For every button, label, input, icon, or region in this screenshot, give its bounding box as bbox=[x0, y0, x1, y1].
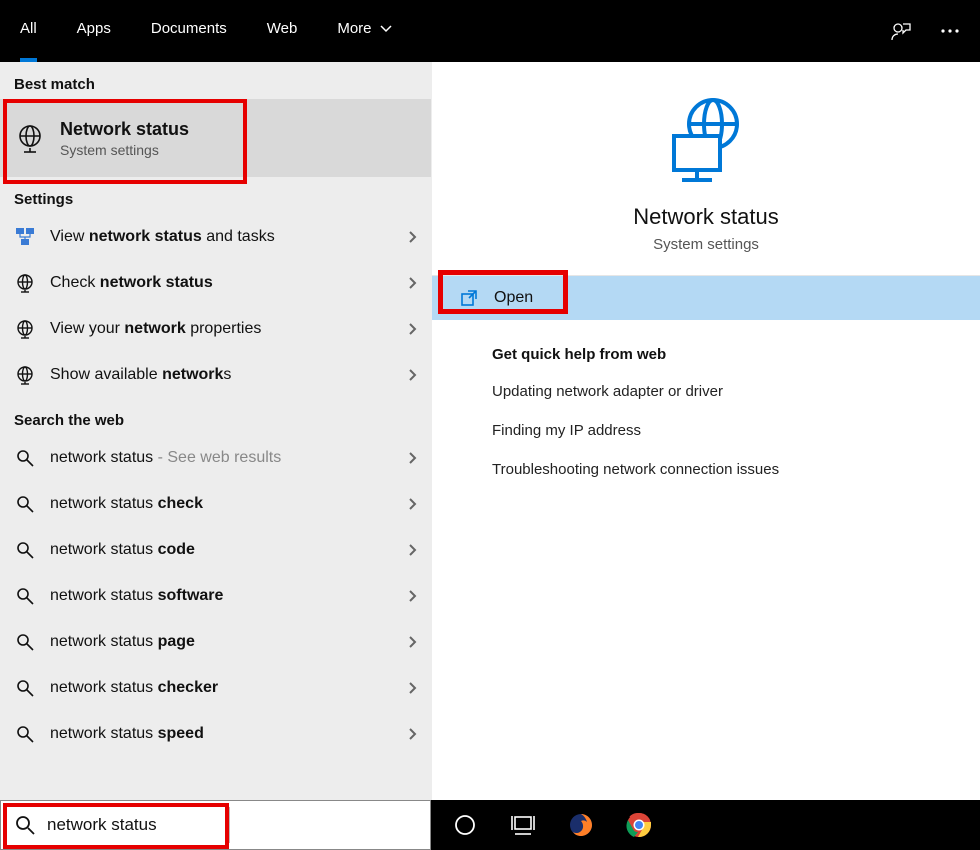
taskbar-search-box[interactable] bbox=[0, 800, 431, 850]
result-label: network status code bbox=[50, 541, 195, 559]
result-label: network status - See web results bbox=[50, 449, 281, 467]
result-label: network status check bbox=[50, 495, 203, 513]
quick-help-link[interactable]: Updating network adapter or driver bbox=[492, 383, 920, 400]
search-filter-tabs: All Apps Documents Web More bbox=[0, 0, 980, 62]
result-label: View your network properties bbox=[50, 320, 261, 338]
network-status-large-icon bbox=[658, 94, 754, 190]
taskbar bbox=[0, 800, 980, 850]
chevron-right-icon bbox=[407, 681, 417, 695]
result-label: network status checker bbox=[50, 679, 218, 697]
search-icon bbox=[14, 631, 36, 653]
tab-documents[interactable]: Documents bbox=[131, 0, 247, 62]
best-match-header: Best match bbox=[0, 62, 431, 99]
more-options-icon[interactable] bbox=[940, 28, 960, 34]
globe-icon bbox=[14, 122, 46, 154]
tab-web[interactable]: Web bbox=[247, 0, 318, 62]
search-icon bbox=[14, 723, 36, 745]
globe-icon bbox=[14, 318, 36, 340]
settings-result-item[interactable]: Check network status bbox=[0, 260, 431, 306]
detail-subtitle: System settings bbox=[653, 236, 759, 253]
separator bbox=[229, 807, 230, 843]
settings-result-item[interactable]: Show available networks bbox=[0, 352, 431, 398]
network-center-icon bbox=[14, 226, 36, 248]
detail-title: Network status bbox=[633, 204, 779, 230]
chevron-right-icon bbox=[407, 276, 417, 290]
open-button[interactable]: Open bbox=[432, 276, 980, 320]
web-result-item[interactable]: network status speed bbox=[0, 711, 431, 757]
quick-help-header: Get quick help from web bbox=[492, 346, 920, 363]
search-icon bbox=[14, 493, 36, 515]
web-result-item[interactable]: network status page bbox=[0, 619, 431, 665]
search-icon bbox=[15, 815, 35, 835]
tab-apps[interactable]: Apps bbox=[57, 0, 131, 62]
best-match-title: Network status bbox=[60, 119, 189, 140]
chevron-right-icon bbox=[407, 451, 417, 465]
tab-all[interactable]: All bbox=[0, 0, 57, 62]
result-label: View network status and tasks bbox=[50, 228, 275, 246]
quick-help-link[interactable]: Finding my IP address bbox=[492, 422, 920, 439]
quick-help-link[interactable]: Troubleshooting network connection issue… bbox=[492, 461, 920, 478]
best-match-subtitle: System settings bbox=[60, 142, 189, 158]
feedback-icon[interactable] bbox=[890, 20, 912, 42]
chevron-right-icon bbox=[407, 322, 417, 336]
chrome-icon[interactable] bbox=[623, 809, 655, 841]
web-result-item[interactable]: network status code bbox=[0, 527, 431, 573]
web-result-item[interactable]: network status checker bbox=[0, 665, 431, 711]
settings-result-item[interactable]: View your network properties bbox=[0, 306, 431, 352]
chevron-right-icon bbox=[407, 497, 417, 511]
settings-result-item[interactable]: View network status and tasks bbox=[0, 214, 431, 260]
globe-icon bbox=[14, 272, 36, 294]
chevron-right-icon bbox=[407, 727, 417, 741]
result-label: network status speed bbox=[50, 725, 204, 743]
task-view-icon[interactable] bbox=[507, 809, 539, 841]
chevron-right-icon bbox=[407, 368, 417, 382]
chevron-right-icon bbox=[407, 230, 417, 244]
web-result-item[interactable]: network status check bbox=[0, 481, 431, 527]
web-result-item[interactable]: network status - See web results bbox=[0, 435, 431, 481]
globe-icon bbox=[14, 364, 36, 386]
search-input[interactable] bbox=[47, 815, 416, 835]
result-label: network status software bbox=[50, 587, 223, 605]
result-label: Check network status bbox=[50, 274, 213, 292]
cortana-icon[interactable] bbox=[449, 809, 481, 841]
chevron-right-icon bbox=[407, 635, 417, 649]
chevron-down-icon bbox=[380, 25, 392, 33]
search-icon bbox=[14, 447, 36, 469]
search-icon bbox=[14, 585, 36, 607]
chevron-right-icon bbox=[407, 543, 417, 557]
settings-header: Settings bbox=[0, 177, 431, 214]
search-icon bbox=[14, 677, 36, 699]
chevron-right-icon bbox=[407, 589, 417, 603]
result-label: network status page bbox=[50, 633, 195, 651]
open-label: Open bbox=[494, 289, 533, 307]
search-results-pane: Best match Network status bbox=[0, 62, 431, 800]
web-result-item[interactable]: network status software bbox=[0, 573, 431, 619]
result-detail-pane: Network status System settings Open Get bbox=[431, 62, 980, 800]
tab-more[interactable]: More bbox=[317, 0, 411, 62]
best-match-result[interactable]: Network status System settings bbox=[0, 99, 431, 177]
firefox-icon[interactable] bbox=[565, 809, 597, 841]
tab-more-label: More bbox=[337, 20, 371, 37]
search-web-header: Search the web bbox=[0, 398, 431, 435]
open-external-icon bbox=[460, 289, 478, 307]
search-icon bbox=[14, 539, 36, 561]
result-label: Show available networks bbox=[50, 366, 231, 384]
